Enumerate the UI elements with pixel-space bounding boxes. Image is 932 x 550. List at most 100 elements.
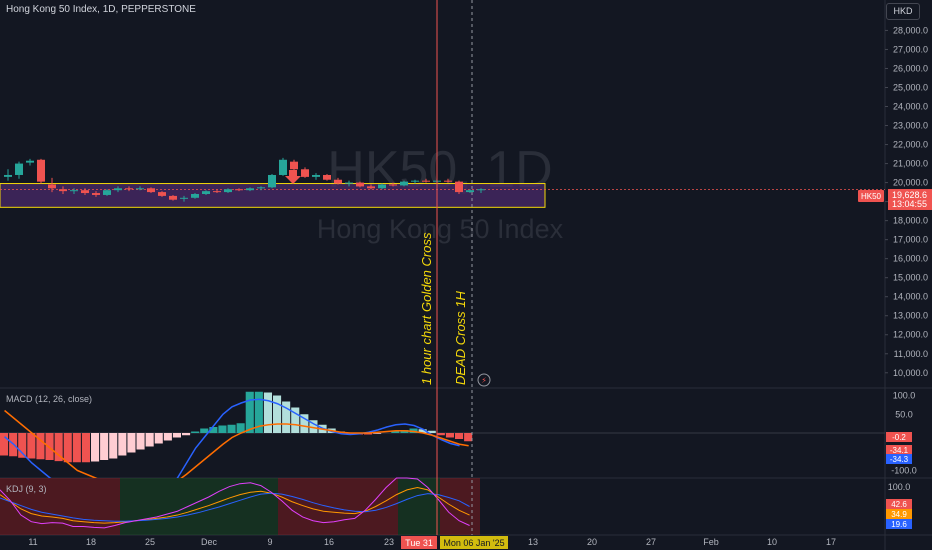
kdj-value-tag-text: 42.6	[891, 500, 907, 509]
macd-histogram-bar	[182, 433, 191, 436]
macd-histogram-bar	[145, 433, 154, 447]
candle-body	[180, 197, 188, 199]
candle-body	[477, 189, 485, 191]
time-tick-label: 16	[324, 537, 334, 547]
macd-value-tag-text: -34.1	[890, 446, 909, 455]
macd-histogram-bar	[163, 433, 172, 441]
kdj-band	[440, 478, 480, 535]
candle-body	[59, 189, 67, 192]
time-tick-label: 27	[646, 537, 656, 547]
candle-body	[466, 190, 474, 193]
candle-body	[411, 180, 419, 182]
time-tick-label: 23	[384, 537, 394, 547]
kdj-tick-label: 100.0	[888, 482, 911, 492]
macd-histogram-bar	[464, 433, 473, 442]
dead-cross-annotation: DEAD Cross 1H	[453, 290, 468, 385]
price-tick-label: 20,000.0	[893, 178, 928, 188]
macd-label: MACD (12, 26, close)	[6, 394, 92, 404]
candle-body	[213, 191, 221, 193]
candle-body	[334, 179, 342, 184]
macd-histogram-bar	[127, 433, 136, 453]
kdj-value-tag-text: 19.6	[891, 520, 907, 529]
macd-histogram-bar	[218, 425, 227, 433]
candle-body	[301, 169, 309, 177]
price-tick-label: 21,000.0	[893, 159, 928, 169]
currency-button[interactable]: HKD	[886, 3, 920, 20]
macd-value-tag-text: -0.2	[892, 433, 906, 442]
candle-body	[279, 159, 287, 175]
price-tick-label: 26,000.0	[893, 63, 928, 73]
candle-body	[422, 180, 430, 182]
candle-body	[202, 191, 210, 194]
macd-histogram-bar	[445, 433, 454, 438]
time-tick-label: 25	[145, 537, 155, 547]
candle-body	[444, 180, 452, 182]
candle-body	[235, 189, 243, 191]
price-tick-label: 22,000.0	[893, 140, 928, 150]
macd-histogram-bar	[273, 395, 282, 433]
watermark-name: Hong Kong 50 Index	[317, 214, 564, 244]
candle-body	[158, 192, 166, 196]
price-tick-label: 14,000.0	[893, 292, 928, 302]
candle-body	[246, 188, 254, 191]
macd-histogram-bar	[227, 424, 236, 433]
macd-tick-label: -100.0	[891, 466, 917, 476]
price-tick-label: 28,000.0	[893, 25, 928, 35]
candle-body	[169, 195, 177, 200]
macd-histogram-bar	[63, 433, 72, 463]
candle-body	[455, 181, 463, 193]
time-tick-label: Dec	[201, 537, 218, 547]
macd-histogram-bar	[118, 433, 127, 456]
golden-cross-annotation: 1 hour chart Golden Cross	[419, 232, 434, 385]
price-tick-label: 13,000.0	[893, 311, 928, 321]
candle-body	[147, 188, 155, 193]
chart-canvas: HK50, 1D Hong Kong 50 Index 100.050.0-10…	[0, 0, 932, 550]
candle-body	[103, 190, 111, 195]
candle-body	[268, 174, 276, 188]
price-tick-label: 11,000.0	[894, 349, 928, 359]
price-tick-label: 15,000.0	[893, 273, 928, 283]
time-tick-label: 10	[767, 537, 777, 547]
price-tag-countdown: 13:04:55	[892, 199, 927, 209]
kdj-band	[278, 478, 398, 535]
macd-histogram-bar	[0, 433, 9, 456]
candle-body	[323, 174, 331, 180]
macd-histogram-bar	[45, 433, 54, 460]
macd-histogram-bar	[191, 431, 200, 433]
macd-histogram-bar	[263, 392, 272, 433]
price-tick-label: 10,000.0	[893, 368, 928, 378]
candle-body	[290, 161, 298, 170]
candle-body	[389, 184, 397, 186]
candle-body	[4, 174, 12, 177]
macd-histogram-bar	[109, 433, 118, 459]
macd-histogram-bar	[200, 428, 209, 433]
macd-tick-label: 50.0	[895, 409, 913, 419]
time-tick-label: 9	[267, 537, 272, 547]
time-tick-label: Feb	[703, 537, 719, 547]
candle-body	[92, 193, 100, 195]
time-tick-label: 17	[826, 537, 836, 547]
price-tick-label: 18,000.0	[893, 216, 928, 226]
time-tick-label: 20	[587, 537, 597, 547]
candle-body	[257, 187, 265, 189]
chart-title: Hong Kong 50 Index, 1D, PEPPERSTONE	[6, 4, 196, 15]
macd-tick-label: 100.0	[893, 391, 916, 401]
macd-histogram-bar	[27, 433, 36, 459]
price-tick-label: 27,000.0	[893, 44, 928, 54]
time-tick-label: 18	[86, 537, 96, 547]
macd-value-tag-text: -34.3	[890, 455, 909, 464]
candle-body	[356, 182, 364, 187]
candle-body	[136, 188, 144, 190]
macd-histogram-bar	[72, 433, 81, 463]
candle-body	[70, 190, 78, 192]
candle-body	[15, 163, 23, 175]
candle-body	[81, 190, 89, 194]
price-tick-label: 24,000.0	[893, 102, 928, 112]
candle-body	[224, 189, 232, 193]
price-tick-label: 25,000.0	[893, 82, 928, 92]
candle-body	[345, 182, 353, 184]
macd-histogram-bar	[154, 433, 163, 444]
macd-histogram-bar	[100, 433, 109, 460]
kdj-band	[398, 478, 440, 535]
candle-body	[37, 159, 45, 182]
